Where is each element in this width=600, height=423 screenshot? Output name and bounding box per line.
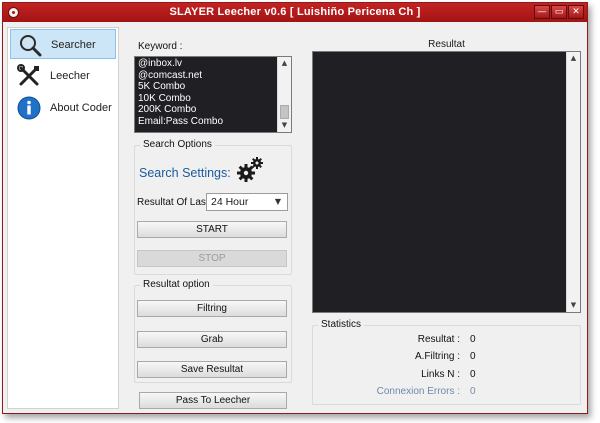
keyword-line: 10K Combo (138, 92, 191, 104)
scroll-thumb[interactable] (280, 105, 289, 119)
scroll-down-icon[interactable]: ▼ (278, 119, 291, 132)
resultat-scrollbar[interactable]: ▲ ▼ (566, 52, 580, 312)
info-icon (17, 96, 41, 120)
stat-value-a-filtring: 0 (470, 351, 476, 362)
scroll-up-icon[interactable]: ▲ (278, 57, 291, 70)
magnifier-icon (20, 35, 42, 57)
keyword-scrollbar[interactable]: ▲ ▼ (277, 57, 291, 132)
stop-button[interactable]: STOP (137, 250, 287, 267)
select-value: 24 Hour (211, 196, 249, 208)
close-button[interactable]: ✕ (568, 5, 584, 19)
resultat-textarea[interactable]: ▲ ▼ (312, 51, 581, 313)
keyword-line: 5K Combo (138, 81, 186, 93)
resultat-of-last-label: Resultat Of Last (137, 197, 209, 208)
search-settings-title: Search Settings: (139, 166, 231, 180)
sidebar-item-label: About Coder (50, 102, 112, 114)
stat-label-links-n: Links N : (421, 369, 460, 380)
resultat-option-title: Resultat option (140, 279, 213, 290)
sidebar-item-searcher[interactable]: Searcher (10, 29, 116, 59)
grab-button[interactable]: Grab (137, 331, 287, 348)
stat-label-resultat: Resultat : (417, 334, 460, 345)
keyword-textarea[interactable]: @inbox.lv @comcast.net 5K Combo 10K Comb… (134, 56, 292, 133)
main-window: SLAYER Leecher v0.6 [ Luishiño Pericena … (2, 2, 588, 414)
tools-icon (17, 64, 39, 86)
sidebar-item-label: Searcher (51, 39, 96, 51)
maximize-button[interactable]: ▭ (551, 5, 567, 19)
pass-to-leecher-button[interactable]: Pass To Leecher (139, 392, 287, 409)
minimize-button[interactable]: — (534, 5, 550, 19)
resultat-of-last-select[interactable]: 24 Hour ▼ (206, 193, 288, 211)
sidebar-item-about-coder[interactable]: About Coder (10, 93, 116, 123)
save-resultat-button[interactable]: Save Resultat (137, 361, 287, 378)
window-controls: — ▭ ✕ (534, 5, 584, 19)
keyword-lines: @inbox.lv @comcast.net 5K Combo 10K Comb… (138, 58, 276, 128)
stat-label-connexion-errors: Connexion Errors : (376, 386, 460, 397)
window-title: SLAYER Leecher v0.6 [ Luishiño Pericena … (169, 6, 421, 18)
stat-value-links-n: 0 (470, 369, 476, 380)
start-button[interactable]: START (137, 221, 287, 238)
sidebar-item-label: Leecher (50, 70, 90, 82)
search-options-title: Search Options (140, 139, 215, 150)
title-bar[interactable]: SLAYER Leecher v0.6 [ Luishiño Pericena … (3, 3, 587, 22)
scroll-down-icon[interactable]: ▼ (567, 299, 580, 312)
statistics-title: Statistics (318, 319, 365, 330)
stat-value-resultat: 0 (470, 334, 476, 345)
keyword-line: Email:Pass Combo (138, 115, 224, 127)
keyword-line: @comcast.net (138, 69, 203, 81)
sidebar-item-leecher[interactable]: Leecher (10, 61, 116, 91)
stat-value-connexion-errors: 0 (470, 386, 476, 397)
filtring-button[interactable]: Filtring (137, 300, 287, 317)
scroll-up-icon[interactable]: ▲ (567, 52, 580, 65)
keyword-line: @inbox.lv (138, 58, 183, 69)
resultat-title: Resultat (428, 39, 465, 50)
chevron-down-icon[interactable]: ▼ (271, 194, 285, 210)
stat-label-a-filtring: A.Filtring : (414, 351, 460, 362)
keyword-line: 200K Combo (138, 104, 197, 116)
gears-icon (237, 157, 263, 182)
sidebar: Searcher Leecher About Coder (7, 27, 119, 409)
keyword-label: Keyword : (138, 41, 183, 52)
